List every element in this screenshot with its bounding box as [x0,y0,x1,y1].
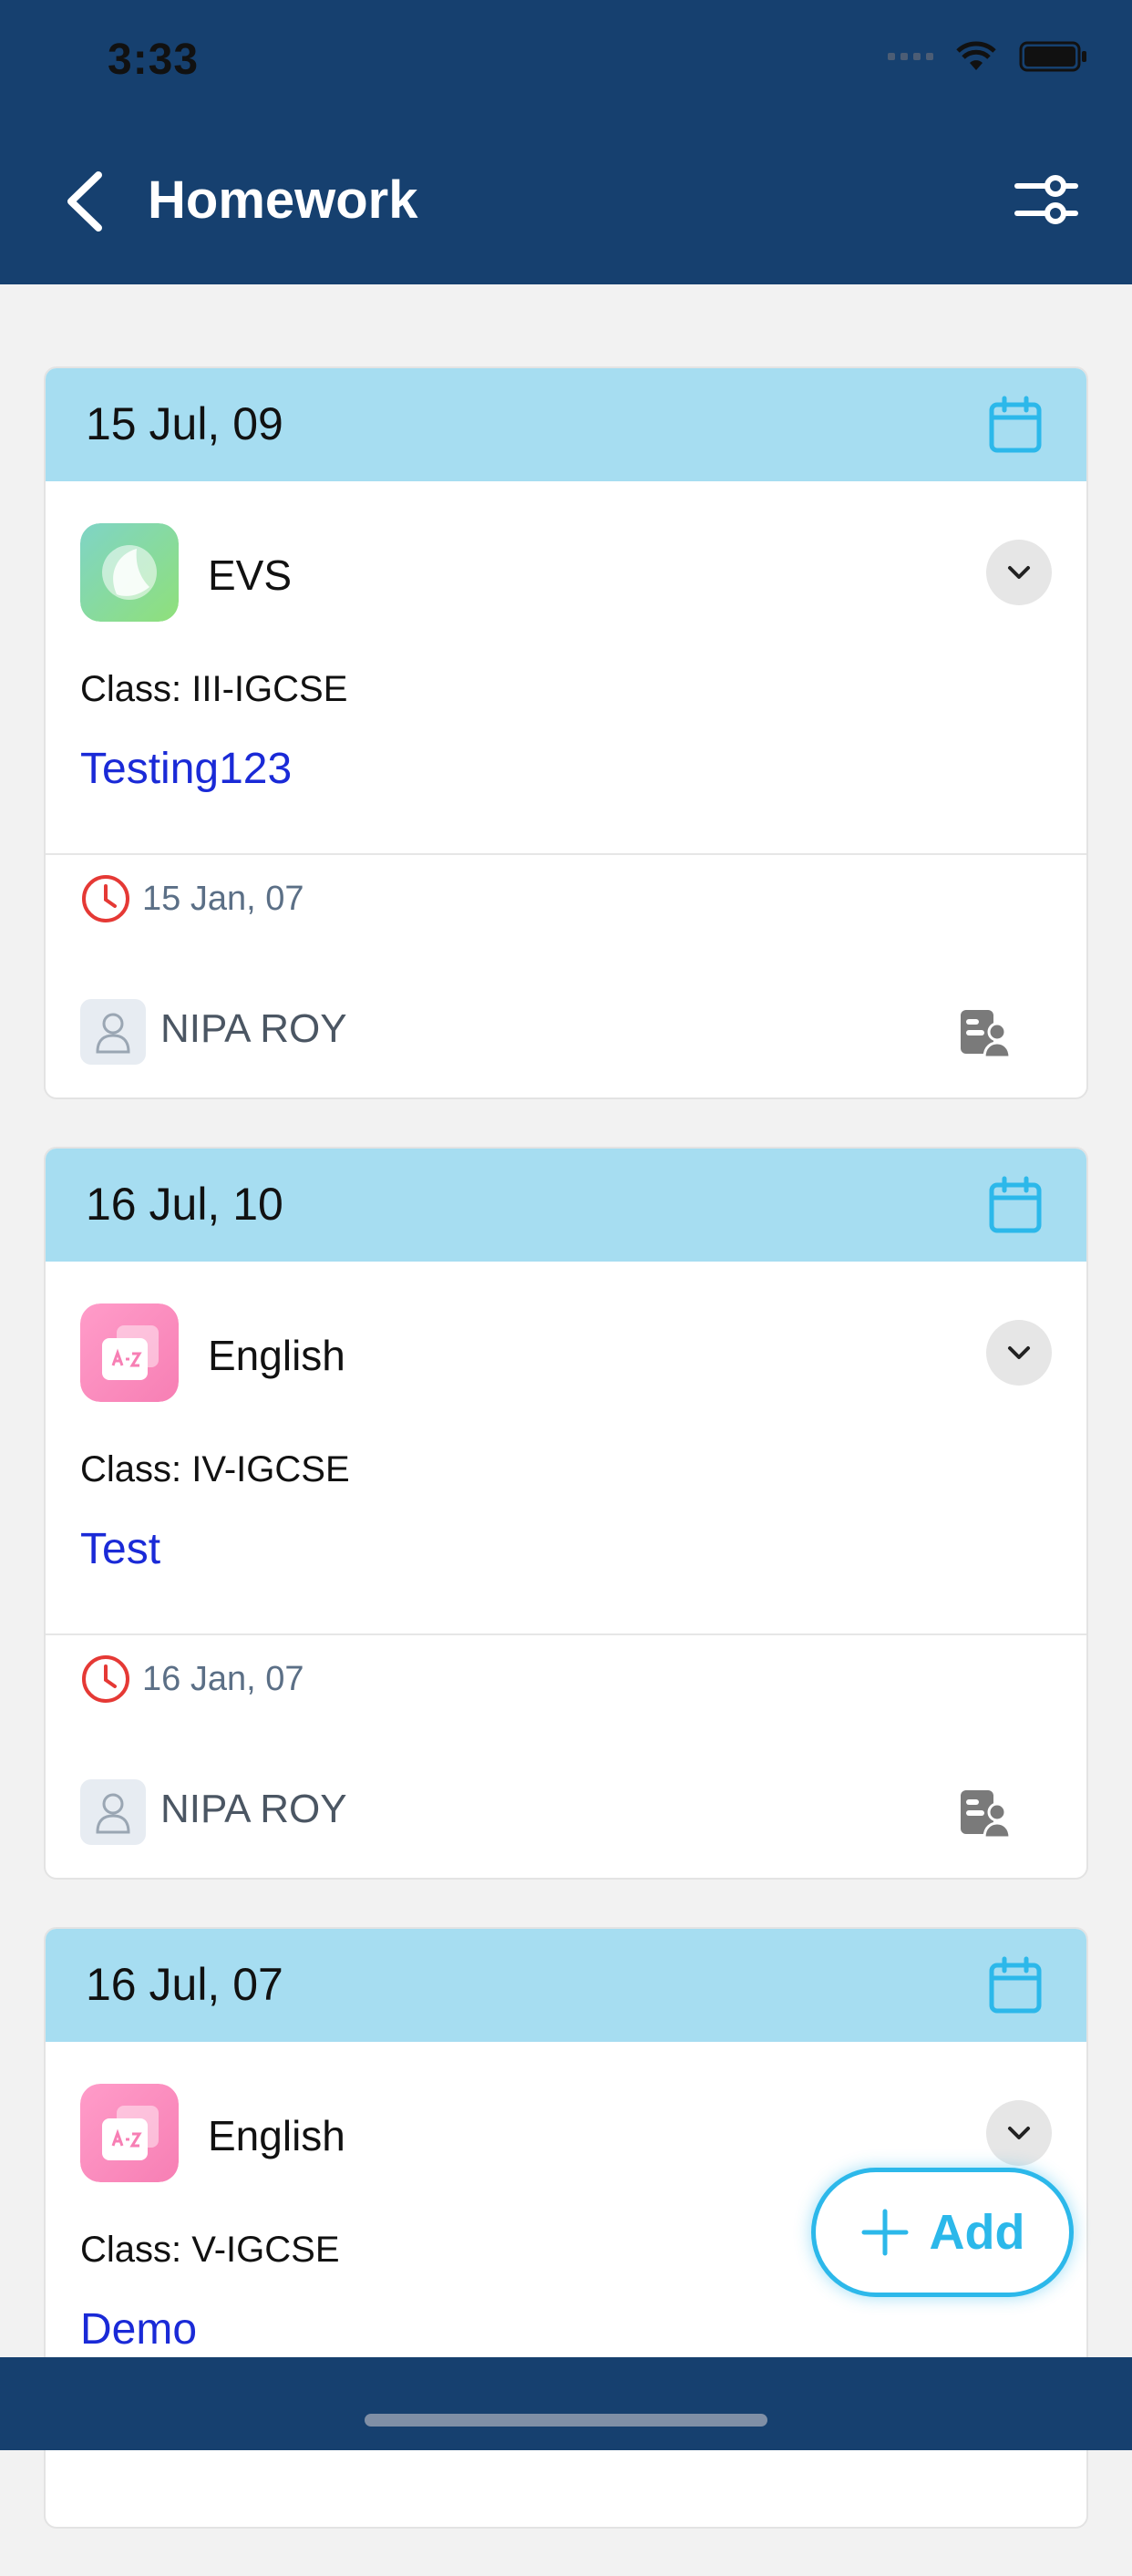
page-title: Homework [148,170,418,230]
card-divider [46,853,1086,855]
status-icons [888,40,1088,73]
avatar [80,999,146,1065]
class-label: Class: III-IGCSE [80,669,348,709]
due-date: 15 Jan, 07 [80,873,304,924]
student-report-icon[interactable] [957,1787,1012,1841]
card-body: English Class: IV-IGCSE Test 16 Jan, 07 [46,1262,1086,1747]
back-arrow-icon[interactable] [58,170,113,233]
expand-button[interactable] [986,540,1052,605]
due-date-text: 16 Jan, 07 [142,1659,304,1698]
add-button-label: Add [929,2205,1025,2260]
card-footer: NIPA ROY [46,1747,1086,1878]
card-divider [46,1633,1086,1635]
expand-button[interactable] [986,2100,1052,2166]
user-icon [96,1013,130,1054]
card-date-header: 15 Jul, 09 [46,368,1086,481]
homework-card[interactable]: 16 Jul, 10 English Class: IV-IGCSE Test … [44,1147,1088,1880]
class-label: Class: V-IGCSE [80,2230,340,2270]
clock-icon [82,875,129,922]
calendar-icon[interactable] [988,396,1043,454]
homework-title-link[interactable]: Testing123 [80,744,292,794]
homework-title-link[interactable]: Demo [80,2304,197,2354]
calendar-icon[interactable] [988,1956,1043,2014]
signal-icon [888,53,933,60]
user-icon [96,1793,130,1834]
card-date-header: 16 Jul, 10 [46,1149,1086,1262]
subject-name: EVS [208,551,293,599]
homework-card[interactable]: 15 Jul, 09 EVS Class: III-IGCSE Testing1… [44,366,1088,1099]
due-date: 16 Jan, 07 [80,1654,304,1705]
card-footer: NIPA ROY [46,966,1086,1097]
card-date-header: 16 Jul, 07 [46,1929,1086,2042]
filter-sliders-icon[interactable] [1014,168,1079,233]
expand-button[interactable] [986,1320,1052,1386]
avatar [80,1779,146,1845]
a-z-icon [80,2084,179,2182]
chevron-down-icon [1008,566,1030,579]
leaf-icon [80,523,179,622]
chevron-down-icon [1008,1346,1030,1359]
card-date: 15 Jul, 09 [86,398,283,449]
bottom-bar [0,2357,1132,2450]
card-date: 16 Jul, 10 [86,1179,283,1230]
chevron-down-icon [1008,2127,1030,2139]
wifi-icon [956,41,996,70]
add-homework-button[interactable]: Add [811,2168,1074,2297]
calendar-icon[interactable] [988,1176,1043,1234]
plus-icon [861,2209,909,2256]
app-header: 3:33 Homework [0,0,1132,284]
subject-name: English [208,2112,345,2159]
status-time: 3:33 [108,36,200,84]
student-report-icon[interactable] [957,1006,1012,1061]
subject-name: English [208,1332,345,1379]
card-body: EVS Class: III-IGCSE Testing123 15 Jan, … [46,481,1086,966]
teacher-name: NIPA ROY [160,1787,347,1831]
battery-icon [1019,41,1086,72]
teacher-name: NIPA ROY [160,1006,347,1051]
a-z-icon [80,1303,179,1402]
class-label: Class: IV-IGCSE [80,1449,350,1489]
home-indicator[interactable] [365,2414,767,2427]
homework-title-link[interactable]: Test [80,1524,160,1574]
card-date: 16 Jul, 07 [86,1959,283,2010]
clock-icon [82,1655,129,1703]
due-date-text: 15 Jan, 07 [142,879,304,918]
